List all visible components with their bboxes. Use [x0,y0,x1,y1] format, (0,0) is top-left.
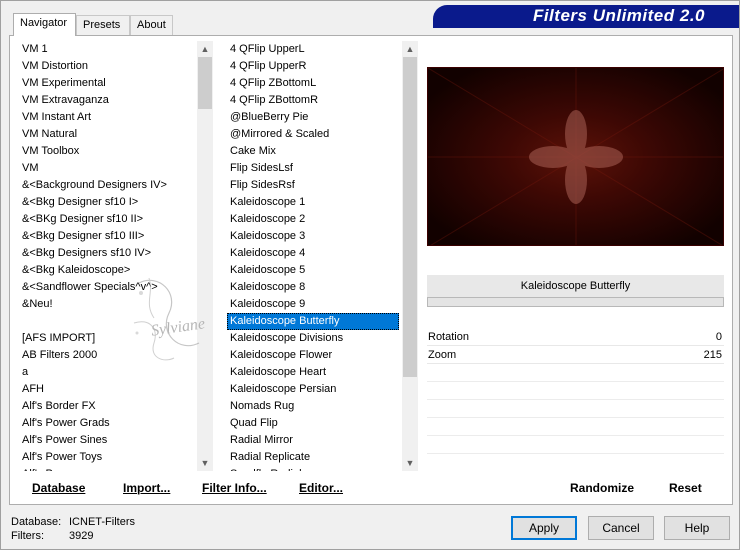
list-item[interactable]: VM Extravaganza [17,92,197,109]
list-item[interactable]: Kaleidoscope Divisions [225,330,401,347]
param-divider [427,399,724,400]
filter-list[interactable]: 4 QFlip UpperL 4 QFlip UpperR 4 QFlip ZBot… [225,41,401,471]
list-item[interactable]: 4 QFlip UpperR [225,58,401,75]
list-item[interactable]: &<BKg Designer sf10 II> [17,211,197,228]
param-label: Zoom [428,349,457,361]
list-item[interactable]: Alf's Power Grads [17,415,197,432]
list-item[interactable]: a [17,364,197,381]
list-item[interactable]: @Mirrored & Scaled [225,126,401,143]
list-item[interactable]: 4 QFlip ZBottomL [225,75,401,92]
list-item[interactable]: VM Distortion [17,58,197,75]
list-item[interactable]: Alf's Power Toys [17,449,197,466]
list-item[interactable]: Kaleidoscope 4 [225,245,401,262]
reset-button[interactable]: Reset [669,481,702,495]
param-zoom[interactable]: Zoom 215 [427,347,724,364]
list-item[interactable]: Cake Mix [225,143,401,160]
list-item[interactable]: Kaleidoscope 5 [225,262,401,279]
database-button[interactable]: Database [32,481,85,495]
list-item[interactable]: Alf's Power Sines [17,432,197,449]
scroll-down-icon[interactable]: ▼ [402,455,418,471]
list-item[interactable]: AFH [17,381,197,398]
list-item[interactable]: Flip SidesRsf [225,177,401,194]
list-item[interactable]: Kaleidoscope Butterfly [227,313,399,330]
list-item[interactable]: &<Bkg Designer sf10 III> [17,228,197,245]
list-item[interactable]: Alf's Border FX [17,398,197,415]
filter-name-label: Kaleidoscope Butterfly [427,275,724,297]
list-item[interactable]: @BlueBerry Pie [225,109,401,126]
scroll-up-icon[interactable]: ▲ [402,41,418,57]
list-item[interactable]: VM Instant Art [17,109,197,126]
list-item[interactable]: VM Toolbox [17,143,197,160]
list-item[interactable]: Kaleidoscope Persian [225,381,401,398]
filter-scrollbar[interactable]: ▲ ▼ [402,41,418,471]
list-item[interactable]: VM Natural [17,126,197,143]
parameter-slider[interactable] [427,297,724,307]
database-label: Database: [11,516,62,528]
list-item[interactable]: Radial Replicate [225,449,401,466]
param-divider [427,381,724,382]
scroll-down-icon[interactable]: ▼ [197,455,213,471]
import-button[interactable]: Import... [123,481,170,495]
list-item[interactable]: &<Bkg Designer sf10 I> [17,194,197,211]
database-value: ICNET-Filters [69,516,135,528]
app-title: Filters Unlimited 2.0 [532,6,705,25]
list-item[interactable]: 4 QFlip UpperL [225,41,401,58]
scroll-up-icon[interactable]: ▲ [197,41,213,57]
list-item[interactable]: &<Bkg Designers sf10 IV> [17,245,197,262]
title-banner: Filters Unlimited 2.0 [433,5,739,28]
tab-about[interactable]: About [130,15,173,35]
category-scrollbar[interactable]: ▲ ▼ [197,41,213,471]
tab-navigator[interactable]: Navigator [13,13,76,36]
list-item[interactable]: Radial Mirror [225,432,401,449]
param-divider [427,417,724,418]
param-rotation[interactable]: Rotation 0 [427,329,724,346]
list-item[interactable]: Quad Flip [225,415,401,432]
list-item[interactable]: VM [17,160,197,177]
scroll-thumb[interactable] [403,57,417,377]
param-divider [427,435,724,436]
scroll-thumb[interactable] [198,57,212,109]
list-item[interactable]: Kaleidoscope 1 [225,194,401,211]
param-divider [427,453,724,454]
editor-button[interactable]: Editor... [299,481,343,495]
tab-presets[interactable]: Presets [76,15,130,35]
list-item[interactable]: &<Sandflower Specials^v^> [17,279,197,296]
cancel-button[interactable]: Cancel [588,516,654,540]
list-item[interactable]: Kaleidoscope 2 [225,211,401,228]
list-item[interactable]: Kaleidoscope 3 [225,228,401,245]
filter-info-button[interactable]: Filter Info... [202,481,267,495]
list-item[interactable]: Kaleidoscope 9 [225,296,401,313]
list-item[interactable]: Kaleidoscope Flower [225,347,401,364]
list-item[interactable]: VM Experimental [17,75,197,92]
category-list[interactable]: VM 1 VM Distortion VM Experimental VM Extra… [17,41,197,471]
param-value: 0 [715,331,722,343]
list-item[interactable]: Kaleidoscope Heart [225,364,401,381]
list-item[interactable]: Kaleidoscope 8 [225,279,401,296]
list-item[interactable]: Flip SidesLsf [225,160,401,177]
filters-unlimited-window: Navigator Presets About Filters Unlimite… [0,0,740,550]
list-item[interactable]: 4 QFlip ZBottomR [225,92,401,109]
list-item[interactable]: AB Filters 2000 [17,347,197,364]
randomize-button[interactable]: Randomize [570,481,634,495]
kaleidoscope-butterfly-icon [428,68,723,245]
apply-button[interactable]: Apply [511,516,577,540]
list-item[interactable]: Sandflo Radial [225,466,401,471]
list-item[interactable]: VM 1 [17,41,197,58]
help-button[interactable]: Help [664,516,730,540]
param-label: Rotation [428,331,469,343]
list-item[interactable]: Nomads Rug [225,398,401,415]
filters-label: Filters: [11,530,44,542]
list-item[interactable]: &Neu! [17,296,197,313]
param-value: 215 [703,349,722,361]
list-item[interactable]: &<Background Designers IV> [17,177,197,194]
list-item[interactable]: Alf's Power [17,466,197,471]
filter-preview [427,67,724,246]
list-item[interactable]: &<Bkg Kaleidoscope> [17,262,197,279]
filters-count: 3929 [69,530,94,542]
